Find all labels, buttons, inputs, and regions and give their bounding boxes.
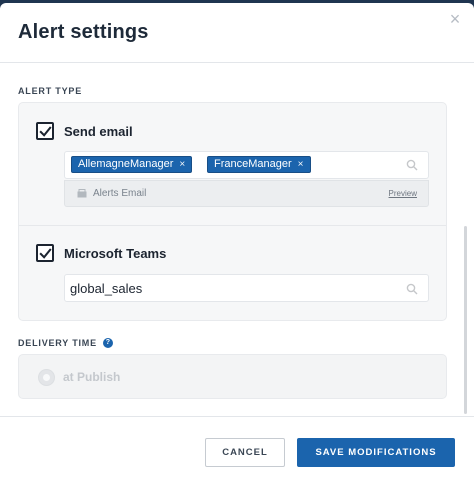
- close-icon[interactable]: ×: [446, 10, 464, 28]
- search-icon: [406, 159, 418, 171]
- teams-channel-value: global_sales: [70, 281, 143, 296]
- dialog-footer: CANCEL SAVE MODIFICATIONS: [0, 416, 474, 482]
- delivery-option-box: at Publish: [18, 354, 447, 399]
- recipient-tag-label: FranceManager: [214, 158, 292, 170]
- email-template-icon: [77, 189, 87, 198]
- checkmark-icon: [38, 247, 52, 259]
- at-publish-label: at Publish: [63, 370, 121, 384]
- delivery-time-label: DELIVERY TIME ?: [18, 338, 113, 348]
- microsoft-teams-checkbox[interactable]: [36, 244, 54, 262]
- save-modifications-button[interactable]: SAVE MODIFICATIONS: [297, 438, 455, 467]
- teams-channel-input[interactable]: global_sales: [64, 274, 429, 302]
- alert-type-panel: Send email AllemagneManager × FranceMana…: [18, 102, 447, 321]
- cancel-button[interactable]: CANCEL: [205, 438, 285, 467]
- help-icon[interactable]: ?: [102, 338, 113, 348]
- alert-settings-dialog: Alert settings × ALERT TYPE Send email A…: [0, 3, 474, 482]
- microsoft-teams-label: Microsoft Teams: [64, 245, 167, 261]
- dialog-body: ALERT TYPE Send email AllemagneManager ×…: [0, 64, 474, 416]
- delivery-time-text: DELIVERY TIME: [18, 338, 97, 348]
- recipient-tag: FranceManager ×: [207, 156, 311, 173]
- scrollbar[interactable]: [464, 226, 467, 414]
- send-email-label: Send email: [64, 123, 133, 139]
- email-template-row: Alerts Email Preview: [64, 180, 429, 207]
- checkmark-icon: [38, 125, 52, 137]
- email-template-label: Alerts Email: [93, 188, 147, 199]
- at-publish-radio[interactable]: [38, 369, 55, 386]
- recipient-tag: AllemagneManager ×: [71, 156, 193, 173]
- email-recipients-input[interactable]: AllemagneManager × FranceManager ×: [64, 151, 429, 179]
- dialog-header: Alert settings ×: [0, 3, 474, 63]
- send-email-option[interactable]: Send email: [36, 122, 133, 140]
- preview-link[interactable]: Preview: [389, 189, 417, 198]
- recipient-tag-label: AllemagneManager: [78, 158, 174, 170]
- microsoft-teams-option[interactable]: Microsoft Teams: [36, 244, 166, 262]
- panel-divider: [19, 225, 446, 226]
- alert-type-label: ALERT TYPE: [18, 86, 83, 96]
- remove-tag-icon[interactable]: ×: [179, 156, 185, 173]
- search-icon: [406, 283, 418, 295]
- remove-tag-icon[interactable]: ×: [298, 156, 304, 173]
- send-email-checkbox[interactable]: [36, 122, 54, 140]
- radio-dot: [43, 374, 50, 381]
- dialog-title: Alert settings: [18, 21, 149, 43]
